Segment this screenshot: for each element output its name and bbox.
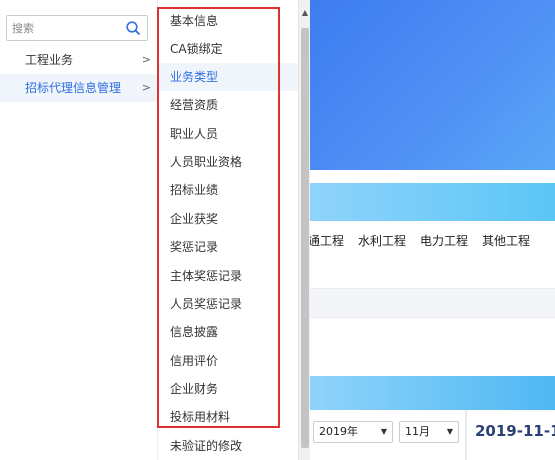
menu-item-label: 招标代理信息管理 [25,81,122,95]
submenu-item-unverified-changes[interactable]: 未验证的修改 [158,432,299,460]
side-menu: 工程业务 > 招标代理信息管理 > [0,0,157,460]
submenu-item-business-type[interactable]: 业务类型 [158,63,299,91]
chevron-right-icon: > [141,81,151,94]
scroll-thumb[interactable] [301,28,309,448]
search-input[interactable] [7,16,117,40]
tab-other[interactable]: 其他工程 [482,232,530,254]
scrollbar[interactable]: ▲ [298,0,310,460]
submenu-item-entity-rewards[interactable]: 主体奖惩记录 [158,262,299,290]
month-select-value: 11月 [405,425,430,438]
submenu-item-ca-lock[interactable]: CA锁绑定 [158,35,299,63]
submenu-item-disclosure[interactable]: 信息披露 [158,318,299,346]
table-header-bar [310,288,555,318]
menu-item-engineering[interactable]: 工程业务 > [0,46,157,74]
year-select-value: 2019年 [319,425,358,438]
submenu-item-qualification[interactable]: 经营资质 [158,91,299,119]
submenu-item-staff[interactable]: 职业人员 [158,120,299,148]
submenu-item-rewards-penalties[interactable]: 奖惩记录 [158,233,299,261]
divider [465,410,467,460]
scroll-up-icon[interactable]: ▲ [299,6,311,20]
tab-water[interactable]: 水利工程 [358,232,406,254]
current-date: 2019-11-14 [475,422,555,440]
month-select[interactable]: 11月 ▼ [399,421,459,443]
search-box [6,15,148,41]
submenu-item-staff-rewards[interactable]: 人员奖惩记录 [158,290,299,318]
submenu: 基本信息 CA锁绑定 业务类型 经营资质 职业人员 人员职业资格 招标业绩 企业… [157,0,299,460]
submenu-item-tender-performance[interactable]: 招标业绩 [158,176,299,204]
background-page: 交通工程 水利工程 电力工程 其他工程 2019年 ▼ 11月 ▼ 2019-1… [300,0,555,460]
section-band [310,183,555,221]
banner [310,0,555,170]
calendar-band [310,376,555,410]
project-type-tabs: 交通工程 水利工程 电力工程 其他工程 [300,232,555,254]
submenu-item-staff-qualification[interactable]: 人员职业资格 [158,148,299,176]
year-select[interactable]: 2019年 ▼ [313,421,393,443]
search-icon[interactable] [125,20,141,36]
chevron-right-icon: > [141,53,151,66]
caret-down-icon: ▼ [446,427,453,436]
submenu-item-awards[interactable]: 企业获奖 [158,205,299,233]
tab-power[interactable]: 电力工程 [420,232,468,254]
submenu-item-finance[interactable]: 企业财务 [158,375,299,403]
caret-down-icon: ▼ [380,427,387,436]
submenu-item-basic-info[interactable]: 基本信息 [158,7,299,35]
menu-item-tender-agent[interactable]: 招标代理信息管理 > [0,74,157,102]
menu-item-label: 工程业务 [25,53,74,67]
submenu-item-bid-materials[interactable]: 投标用材料 [158,403,299,431]
submenu-item-credit-rating[interactable]: 信用评价 [158,347,299,375]
